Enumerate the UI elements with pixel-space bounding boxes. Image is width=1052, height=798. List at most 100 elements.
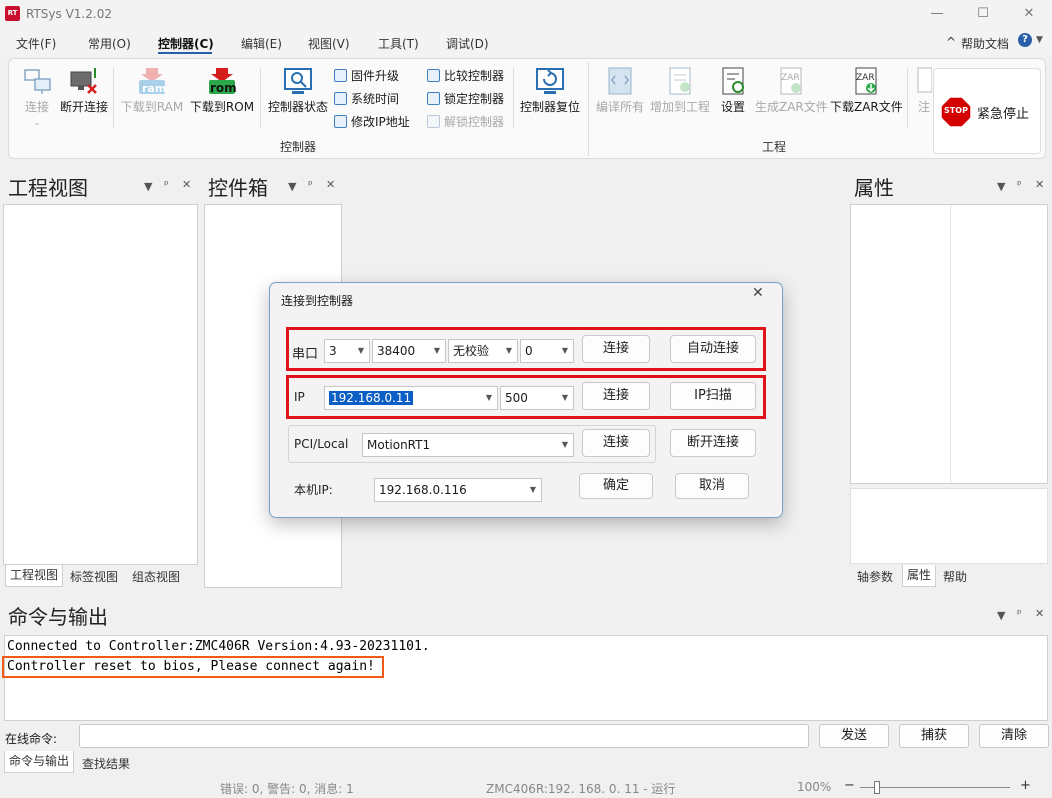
generate-zar-button[interactable]: ZAR 生成ZAR文件 (755, 66, 828, 115)
menu-tools[interactable]: 工具(T) (378, 35, 419, 52)
clear-button[interactable]: 清除 (979, 724, 1049, 748)
ip-port-select[interactable]: 500 ▼ (500, 386, 574, 410)
baud-rate-select[interactable]: 38400 ▼ (372, 339, 446, 363)
menu-debug[interactable]: 调试(D) (446, 35, 489, 52)
download-ram-button[interactable]: ram 下载到RAM (118, 66, 186, 115)
settings-button[interactable]: 设置 (716, 66, 750, 115)
ribbon-separator (113, 68, 114, 128)
ip-address-combo[interactable]: 192.168.0.11 ▼ (324, 386, 498, 410)
ribbon-group-separator (588, 62, 589, 156)
ribbon-separator (907, 68, 908, 128)
project-view-tree[interactable] (3, 204, 198, 565)
command-input[interactable] (79, 724, 809, 748)
ribbon-collapse-icon[interactable]: ^ (946, 35, 956, 49)
zoom-slider-track[interactable] (860, 787, 1010, 788)
pin-icon[interactable]: ᵖ (164, 178, 169, 191)
command-label: 在线命令: (5, 732, 58, 746)
properties-grid[interactable] (850, 204, 1048, 484)
zoom-in-button[interactable]: + (1020, 778, 1031, 793)
ok-button[interactable]: 确定 (579, 473, 653, 499)
system-time-button[interactable]: 系统时间 (334, 90, 399, 107)
panel-close-icon[interactable]: ✕ (182, 178, 191, 191)
close-button[interactable]: ✕ (1006, 3, 1052, 25)
chevron-down-icon[interactable]: ▼ (1036, 35, 1043, 45)
controller-status-label: 控制器状态 (267, 100, 328, 114)
settings-icon (718, 66, 748, 96)
tab-output[interactable]: 命令与输出 (4, 751, 75, 773)
serial-extra-select[interactable]: 0 ▼ (520, 339, 574, 363)
compare-controller-button[interactable]: 比较控制器 (427, 67, 504, 84)
menu-common[interactable]: 常用(O) (88, 35, 131, 52)
help-docs-menu[interactable]: 帮助文档 (961, 35, 1009, 52)
tab-axis-params[interactable]: 轴参数 (857, 568, 893, 585)
tab-project-view[interactable]: 工程视图 (5, 565, 64, 587)
lock-controller-button[interactable]: 锁定控制器 (427, 90, 504, 107)
panel-menu-icon[interactable]: ▼ (144, 180, 152, 193)
pci-local-select[interactable]: MotionRT1 ▼ (362, 433, 574, 457)
firmware-upgrade-icon (334, 69, 347, 82)
menu-edit[interactable]: 编辑(E) (241, 35, 282, 52)
ip-scan-button[interactable]: IP扫描 (670, 382, 756, 410)
download-rom-button[interactable]: rom 下载到ROM (188, 66, 256, 115)
compile-all-label: 编译所有 (595, 100, 644, 114)
add-to-project-label: 增加到工程 (649, 100, 710, 114)
menu-view[interactable]: 视图(V) (308, 35, 350, 52)
help-icon[interactable]: ? (1018, 33, 1032, 47)
firmware-upgrade-button[interactable]: 固件升级 (334, 67, 399, 84)
ip-address-value: 192.168.0.11 (329, 391, 414, 405)
send-button[interactable]: 发送 (819, 724, 889, 748)
group-label-project: 工程 (762, 140, 787, 154)
minimize-button[interactable]: — (914, 3, 960, 25)
tab-tag-view[interactable]: 标签视图 (70, 568, 118, 585)
tab-find-results[interactable]: 查找结果 (82, 755, 130, 772)
pin-icon[interactable]: ᵖ (308, 178, 313, 191)
toolbox-title: 控件箱 (208, 176, 268, 200)
controller-status-icon (283, 66, 313, 96)
serial-port-value: 3 (329, 344, 337, 358)
cancel-button[interactable]: 取消 (675, 473, 749, 499)
ip-label: IP (294, 390, 305, 404)
panel-close-icon[interactable]: ✕ (1035, 607, 1044, 620)
modify-ip-button[interactable]: 修改IP地址 (334, 113, 410, 130)
chevron-down-icon: ▼ (485, 393, 492, 402)
panel-menu-icon[interactable]: ▼ (997, 609, 1005, 622)
capture-button[interactable]: 捕获 (899, 724, 969, 748)
pin-icon[interactable]: ᵖ (1017, 607, 1022, 620)
download-zar-button[interactable]: ZAR 下载ZAR文件 (830, 66, 903, 115)
note-ribbon-button[interactable]: 注 (916, 66, 932, 115)
controller-reset-button[interactable]: 控制器复位 (518, 66, 582, 115)
pci-connect-button[interactable]: 连接 (582, 429, 650, 457)
tab-properties[interactable]: 属性 (902, 565, 937, 587)
zoom-slider-handle[interactable] (874, 781, 880, 794)
panel-menu-icon[interactable]: ▼ (997, 180, 1005, 193)
parity-select[interactable]: 无校验 ▼ (448, 339, 518, 363)
dialog-close-icon[interactable]: ✕ (752, 285, 764, 301)
zoom-out-button[interactable]: − (844, 778, 855, 793)
serial-connect-button[interactable]: 连接 (582, 335, 650, 363)
connect-ribbon-button[interactable]: 连接 ⌄ (18, 66, 56, 130)
maximize-button[interactable]: ☐ (960, 3, 1006, 25)
unlock-controller-button[interactable]: 解锁控制器 (427, 113, 504, 130)
controller-status-button[interactable]: 控制器状态 (266, 66, 330, 115)
menu-file[interactable]: 文件(F) (16, 35, 56, 52)
pin-icon[interactable]: ᵖ (1017, 178, 1022, 191)
tab-help[interactable]: 帮助 (943, 568, 967, 585)
tab-config-view[interactable]: 组态视图 (132, 568, 180, 585)
add-to-project-button[interactable]: 增加到工程 (648, 66, 712, 115)
auto-connect-button[interactable]: 自动连接 (670, 335, 756, 363)
ip-connect-button[interactable]: 连接 (582, 382, 650, 410)
menu-controller[interactable]: 控制器(C) (158, 35, 214, 52)
local-ip-select[interactable]: 192.168.0.116 ▼ (374, 478, 542, 502)
compile-all-button[interactable]: 编译所有 (594, 66, 646, 115)
disconnect-ribbon-button[interactable]: 断开连接 (58, 66, 110, 115)
rom-icon-text: rom (210, 81, 237, 95)
connect-icon (22, 66, 52, 96)
status-messages: 错误: 0, 警告: 0, 消息: 1 (220, 782, 354, 796)
lock-controller-label: 锁定控制器 (444, 92, 505, 106)
serial-port-select[interactable]: 3 ▼ (324, 339, 370, 363)
panel-close-icon[interactable]: ✕ (326, 178, 335, 191)
panel-close-icon[interactable]: ✕ (1035, 178, 1044, 191)
zar-icon-text: ZAR (856, 73, 875, 83)
disconnect-button[interactable]: 断开连接 (670, 429, 756, 457)
panel-menu-icon[interactable]: ▼ (288, 180, 296, 193)
